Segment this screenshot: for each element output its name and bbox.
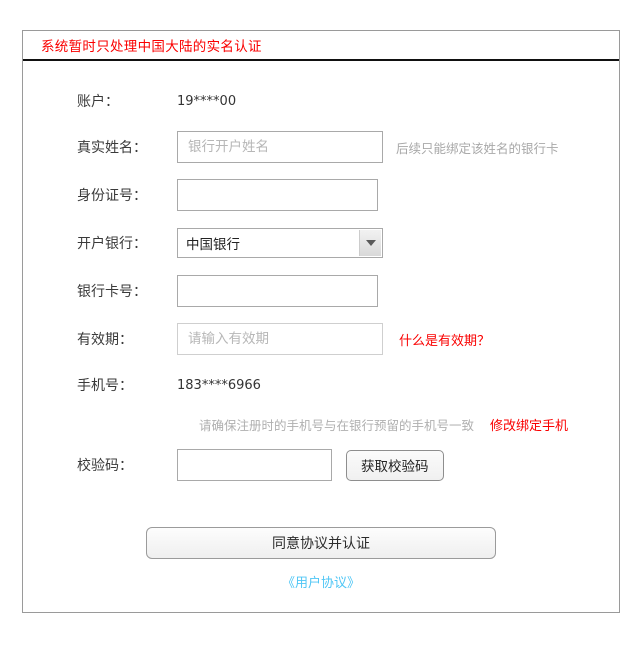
user-agreement-link[interactable]: 《用户协议》 bbox=[282, 572, 360, 591]
phone-value: 183****6966 bbox=[177, 377, 261, 393]
card-number-input[interactable] bbox=[177, 275, 378, 307]
verification-form: 账户： 19****00 真实姓名： 后续只能绑定该姓名的银行卡 身份证号： 开… bbox=[23, 61, 619, 592]
bank-select[interactable]: 中国银行 bbox=[177, 228, 383, 258]
submit-area: 同意协议并认证 《用户协议》 bbox=[23, 527, 619, 591]
form-row-phone: 手机号： 183****6966 bbox=[23, 363, 619, 407]
id-number-input[interactable] bbox=[177, 179, 378, 211]
phone-label: 手机号： bbox=[77, 378, 133, 394]
real-name-hint: 后续只能绑定该姓名的银行卡 bbox=[396, 140, 559, 156]
card-number-label: 银行卡号： bbox=[77, 284, 147, 300]
notice-text: 系统暂时只处理中国大陆的实名认证 bbox=[41, 39, 262, 55]
notice-bar: 系统暂时只处理中国大陆的实名认证 bbox=[23, 31, 619, 61]
form-row-account: 账户： 19****00 bbox=[23, 79, 619, 123]
real-name-input[interactable] bbox=[177, 131, 383, 163]
expiry-input[interactable] bbox=[177, 323, 383, 355]
phone-note-text: 请确保注册时的手机号与在银行预留的手机号一致 bbox=[199, 417, 475, 433]
bank-label: 开户银行： bbox=[77, 236, 147, 252]
verification-panel: 系统暂时只处理中国大陆的实名认证 账户： 19****00 真实姓名： 后续只能… bbox=[22, 30, 620, 613]
page-root: 系统暂时只处理中国大陆的实名认证 账户： 19****00 真实姓名： 后续只能… bbox=[0, 0, 643, 646]
form-row-card-number: 银行卡号： bbox=[23, 267, 619, 315]
id-number-label: 身份证号： bbox=[77, 188, 147, 204]
expiry-help-link[interactable]: 什么是有效期？ bbox=[399, 330, 490, 349]
account-label: 账户： bbox=[77, 94, 119, 110]
agree-and-verify-button[interactable]: 同意协议并认证 bbox=[146, 527, 496, 559]
account-value: 19****00 bbox=[177, 93, 237, 109]
form-row-verify-code: 校验码： 获取校验码 bbox=[23, 441, 619, 489]
get-verify-code-button[interactable]: 获取校验码 bbox=[346, 449, 444, 481]
form-row-id-number: 身份证号： bbox=[23, 171, 619, 219]
phone-note-row: 请确保注册时的手机号与在银行预留的手机号一致 修改绑定手机 bbox=[23, 407, 619, 441]
chevron-down-icon[interactable] bbox=[359, 230, 381, 256]
verify-code-input[interactable] bbox=[177, 449, 332, 481]
form-row-real-name: 真实姓名： 后续只能绑定该姓名的银行卡 bbox=[23, 123, 619, 171]
real-name-label: 真实姓名： bbox=[77, 140, 147, 156]
verify-code-label: 校验码： bbox=[77, 458, 133, 474]
change-phone-link[interactable]: 修改绑定手机 bbox=[490, 415, 568, 434]
form-row-bank: 开户银行： 中国银行 bbox=[23, 219, 619, 267]
expiry-label: 有效期： bbox=[77, 332, 133, 348]
bank-selected-value: 中国银行 bbox=[186, 237, 240, 253]
form-row-expiry: 有效期： 什么是有效期？ bbox=[23, 315, 619, 363]
